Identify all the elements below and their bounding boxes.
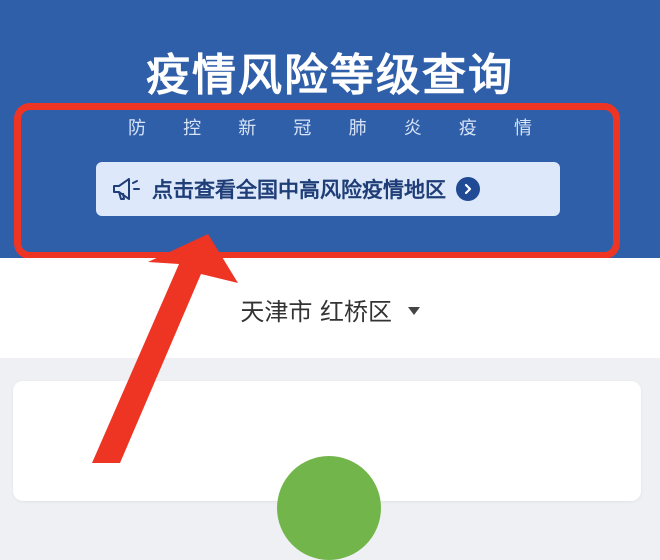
location-selector[interactable]: 天津市 红桥区: [0, 292, 660, 327]
district-label: 红桥区: [320, 298, 392, 326]
risk-status-indicator: [277, 456, 381, 560]
caret-down-icon: [407, 307, 420, 315]
annotation-highlight-box: [14, 103, 620, 259]
page-title: 疫情风险等级查询: [146, 50, 514, 101]
city-label: 天津市: [240, 298, 313, 326]
